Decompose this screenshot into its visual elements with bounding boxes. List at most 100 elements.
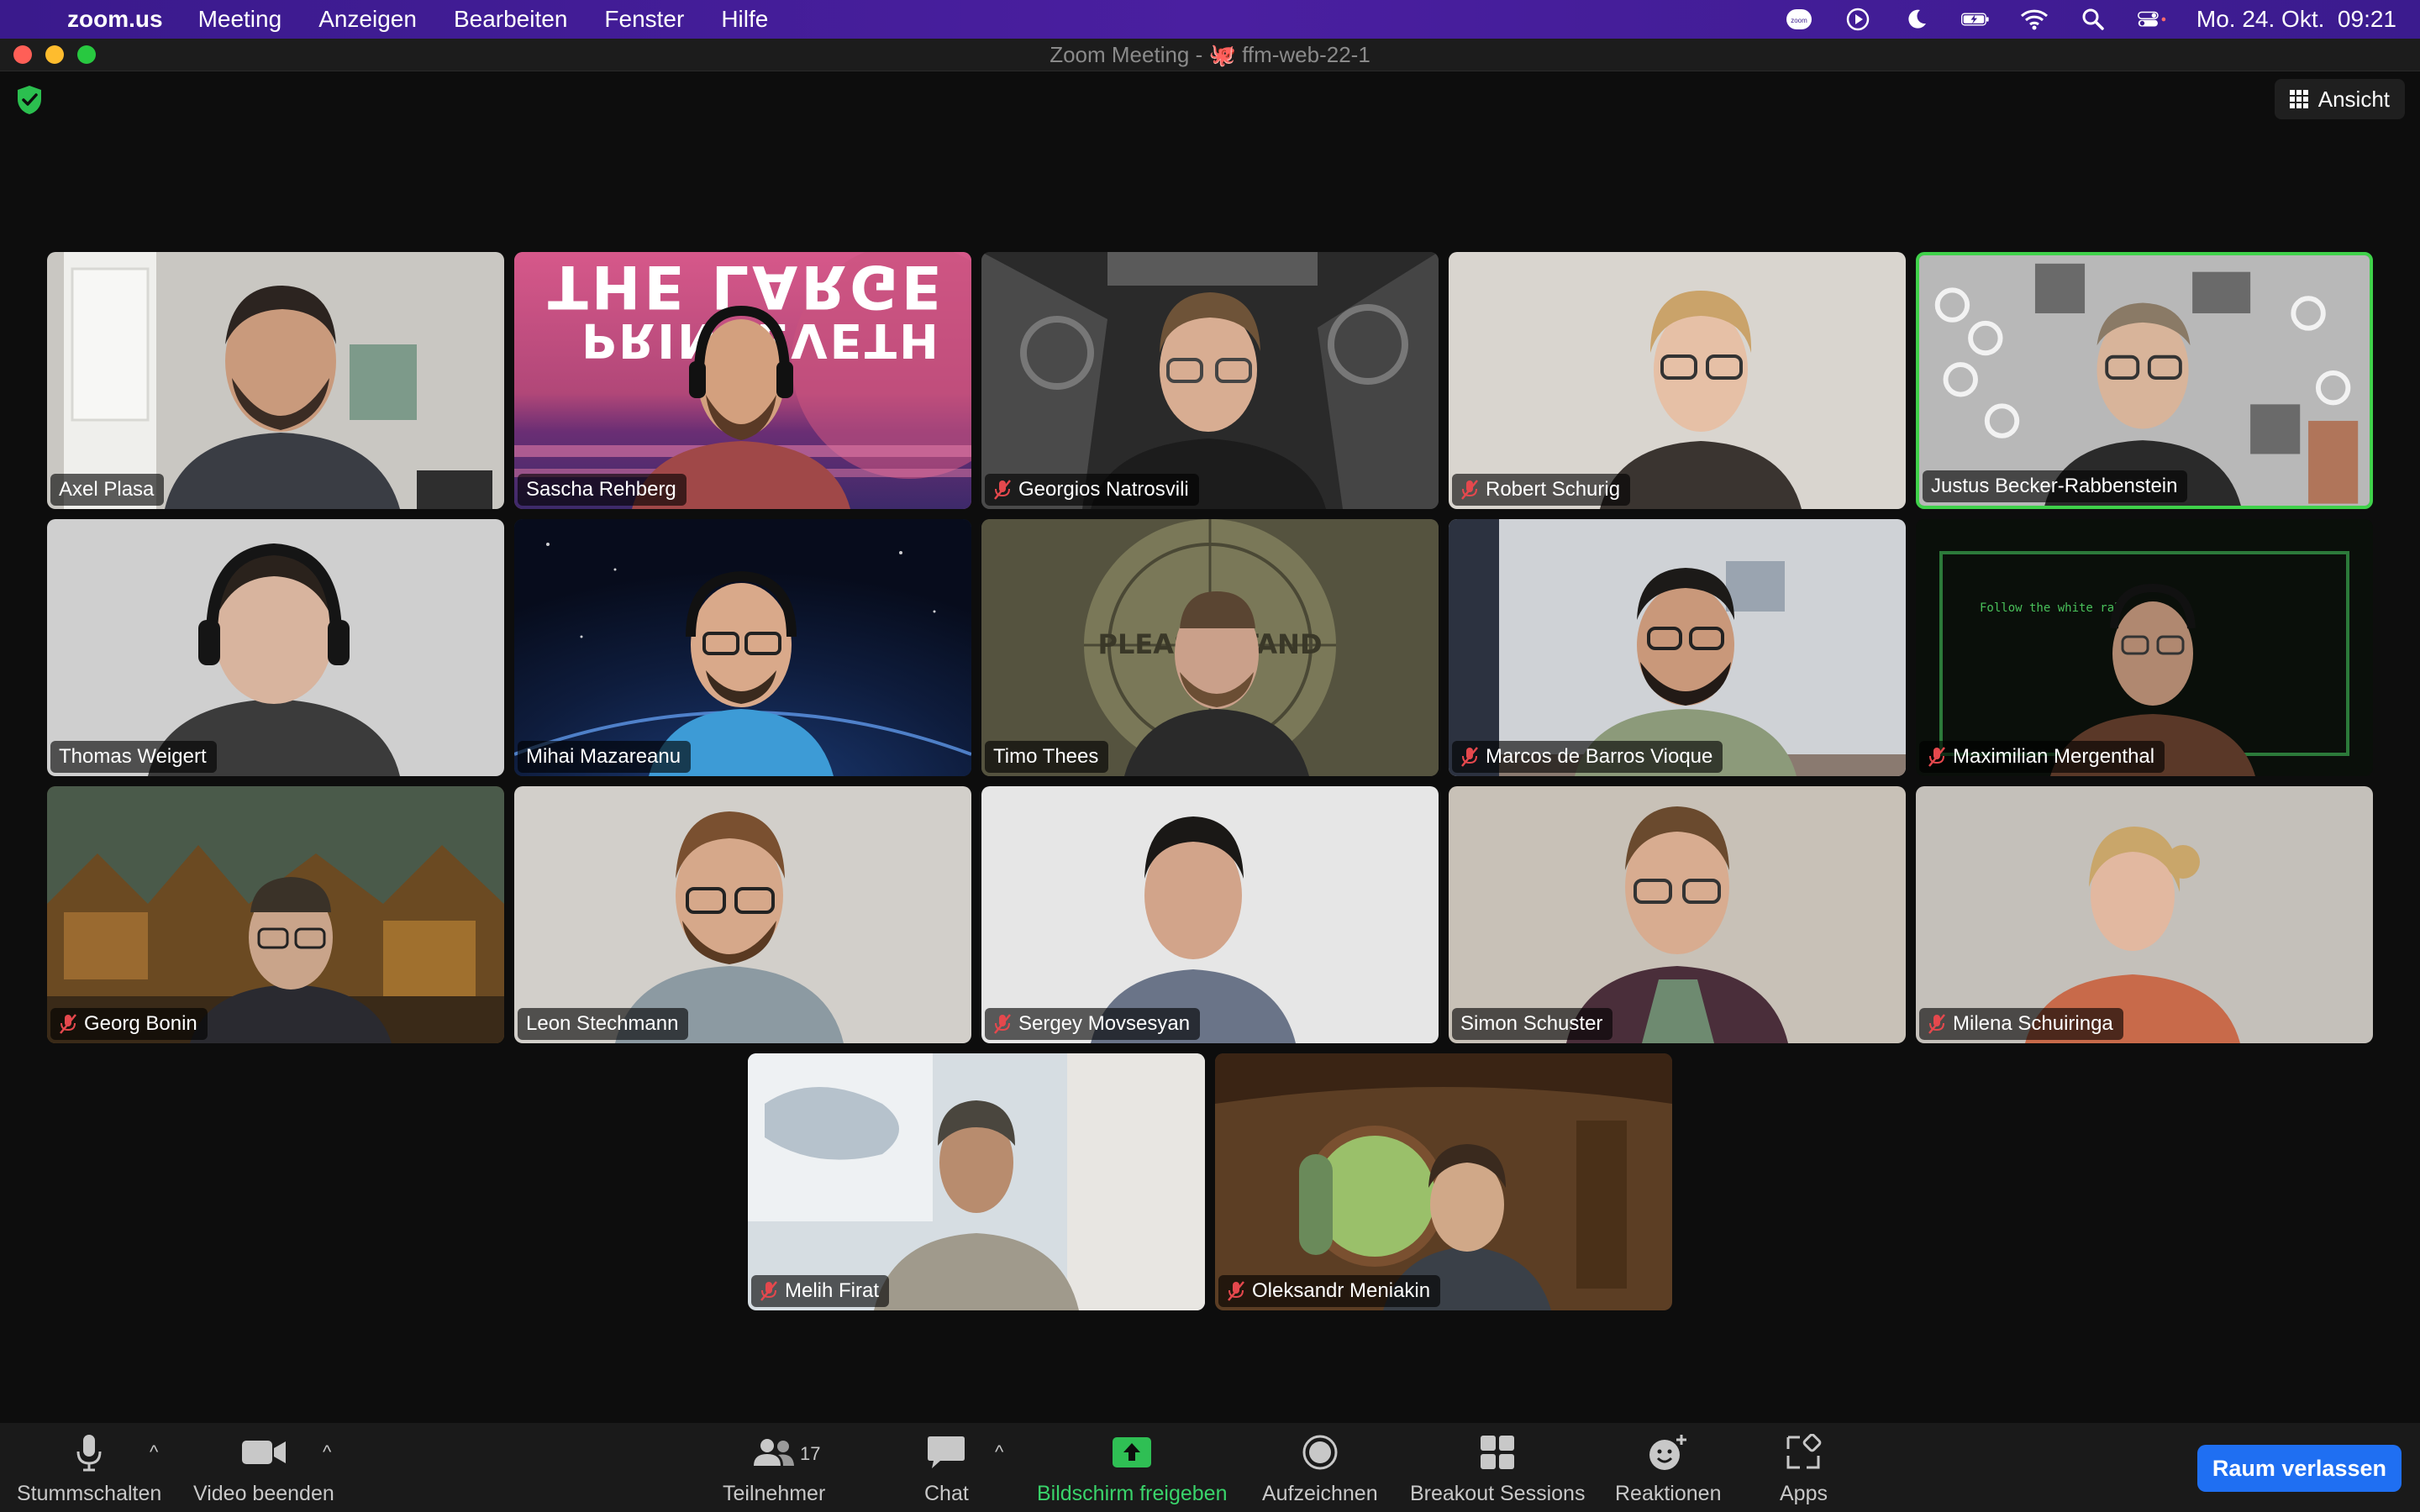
reactions-button[interactable]: Reaktionen (1615, 1430, 1721, 1506)
participant-name: Mihai Mazareanu (526, 745, 681, 768)
participant-name-label: Melih Firat (751, 1275, 890, 1307)
svg-text:zoom: zoom (1791, 17, 1807, 24)
video-tile[interactable]: PLEASE STAND BY Timo Thees (981, 519, 1439, 776)
participant-name: Georgios Natrosvili (1018, 478, 1189, 501)
menu-meeting[interactable]: Meeting (198, 6, 282, 33)
apps-button[interactable]: Apps (1780, 1430, 1828, 1506)
video-tile[interactable]: Follow the white rab Maximilian Mergenth… (1916, 519, 2373, 776)
video-tile[interactable]: Robert Schurig (1449, 252, 1906, 509)
mic-muted-icon (60, 1014, 76, 1034)
video-tile[interactable]: Milena Schuiringa (1916, 786, 2373, 1043)
record-label: Aufzeichnen (1262, 1482, 1378, 1505)
video-tile-active-speaker[interactable]: Justus Becker-Rabbenstein (1916, 252, 2373, 509)
video-tile[interactable]: Mihai Mazareanu (514, 519, 971, 776)
participant-video (1575, 568, 1797, 776)
share-screen-button[interactable]: Bildschirm freigeben (1037, 1430, 1228, 1506)
participant-name: Oleksandr Meniakin (1252, 1279, 1431, 1302)
participant-video (1600, 291, 1802, 509)
participant-video (1566, 806, 1788, 1043)
participant-name: Thomas Weigert (59, 745, 207, 768)
window-controls (13, 45, 96, 64)
menu-bearbeiten[interactable]: Bearbeiten (454, 6, 567, 33)
audio-options-caret-icon[interactable]: ^ (150, 1441, 158, 1463)
participant-name: Sergey Movsesyan (1018, 1012, 1191, 1035)
security-shield-icon[interactable] (15, 84, 44, 116)
participant-name-label: Oleksandr Meniakin (1218, 1275, 1441, 1307)
moon-icon[interactable] (1902, 8, 1931, 31)
participant-video (2025, 827, 2240, 1043)
mute-label: Stummschalten (17, 1482, 162, 1505)
participant-name-label: Georg Bonin (50, 1008, 208, 1040)
menu-app-zoom[interactable]: zoom.us (67, 6, 163, 33)
chat-button[interactable]: Chat (924, 1430, 969, 1506)
participant-video (1383, 1144, 1551, 1310)
play-icon[interactable] (1844, 8, 1872, 31)
mic-muted-icon (1928, 747, 1945, 767)
battery-icon[interactable] (1960, 8, 1990, 31)
video-tile[interactable]: THE LARGE PRINCEVETH Sascha Rehberg (514, 252, 971, 509)
window-title: Zoom Meeting - 🐙 ffm-web-22-1 (1050, 41, 1370, 67)
fullscreen-window-button[interactable] (77, 45, 96, 64)
participant-video (2044, 302, 2241, 506)
participant-name-label: Sergey Movsesyan (985, 1008, 1201, 1040)
control-center-icon[interactable] (2137, 8, 2166, 31)
macos-menu-bar: zoom.us Meeting Anzeigen Bearbeiten Fens… (0, 0, 2420, 39)
breakout-sessions-label: Breakout Sessions (1410, 1482, 1586, 1505)
mic-muted-icon (1928, 1014, 1945, 1034)
stop-video-label: Video beenden (193, 1482, 334, 1505)
participant-name: Melih Firat (785, 1279, 880, 1302)
video-tile[interactable]: Simon Schuster (1449, 786, 1906, 1043)
search-icon[interactable] (2079, 8, 2107, 31)
video-options-caret-icon[interactable]: ^ (323, 1441, 331, 1463)
video-tile[interactable]: Thomas Weigert (47, 519, 504, 776)
participant-video (1091, 816, 1296, 1043)
participant-video (1124, 591, 1309, 776)
minimize-window-button[interactable] (45, 45, 64, 64)
leave-meeting-button[interactable]: Raum verlassen (2196, 1445, 2402, 1492)
apps-label: Apps (1780, 1482, 1828, 1505)
wifi-icon[interactable] (2020, 8, 2049, 31)
video-tile[interactable]: Leon Stechmann (514, 786, 971, 1043)
participant-name-label: Sascha Rehberg (518, 474, 687, 506)
mute-button[interactable]: Stummschalten (17, 1430, 161, 1506)
participants-count-badge: 17 (800, 1443, 821, 1464)
video-tile[interactable]: Georgios Natrosvili (981, 252, 1439, 509)
close-window-button[interactable] (13, 45, 32, 64)
mic-muted-icon (1228, 1281, 1244, 1301)
video-tile[interactable]: Oleksandr Meniakin (1215, 1053, 1672, 1310)
apps-icon (1786, 1434, 1822, 1469)
chat-options-caret-icon[interactable]: ^ (995, 1441, 1003, 1463)
participants-label: Teilnehmer (723, 1482, 826, 1505)
menu-fenster[interactable]: Fenster (604, 6, 684, 33)
participant-name-label: Leon Stechmann (518, 1008, 689, 1040)
participant-video (632, 305, 850, 509)
participant-video (2050, 583, 2255, 776)
meeting-toolbar: Stummschalten ^ Video beenden ^ Teilnehm… (0, 1423, 2420, 1512)
stop-video-button[interactable]: Video beenden (193, 1430, 334, 1506)
video-tile[interactable]: Melih Firat (748, 1053, 1205, 1310)
participants-button[interactable]: Teilnehmer (723, 1430, 825, 1506)
view-button[interactable]: Ansicht (2274, 79, 2405, 119)
mic-muted-icon (994, 480, 1011, 500)
participant-name: Simon Schuster (1460, 1012, 1603, 1035)
breakout-rooms-icon (1481, 1436, 1515, 1469)
share-screen-label: Bildschirm freigeben (1037, 1482, 1228, 1505)
record-button[interactable]: Aufzeichnen (1262, 1430, 1378, 1506)
menubar-datetime[interactable]: Mo. 24. Okt. 09:21 (2196, 6, 2396, 33)
participant-name-label: Robert Schurig (1452, 474, 1631, 506)
participant-video (615, 811, 844, 1043)
video-tile[interactable]: Sergey Movsesyan (981, 786, 1439, 1043)
participant-video (1091, 292, 1326, 509)
breakout-sessions-button[interactable]: Breakout Sessions (1410, 1430, 1585, 1506)
menu-hilfe[interactable]: Hilfe (721, 6, 768, 33)
video-tile[interactable]: Georg Bonin (47, 786, 504, 1043)
zoom-status-icon[interactable]: zoom (1785, 8, 1813, 31)
video-tile[interactable]: Axel Plasa (47, 252, 504, 509)
menu-anzeigen[interactable]: Anzeigen (318, 6, 417, 33)
window-title-bar: Zoom Meeting - 🐙 ffm-web-22-1 (0, 39, 2420, 71)
video-camera-icon (241, 1441, 286, 1464)
video-tile[interactable]: Marcos de Barros Vioque (1449, 519, 1906, 776)
participant-name-label: Justus Becker-Rabbenstein (1923, 470, 2188, 502)
participant-video (649, 570, 834, 776)
microphone-icon (76, 1435, 102, 1472)
